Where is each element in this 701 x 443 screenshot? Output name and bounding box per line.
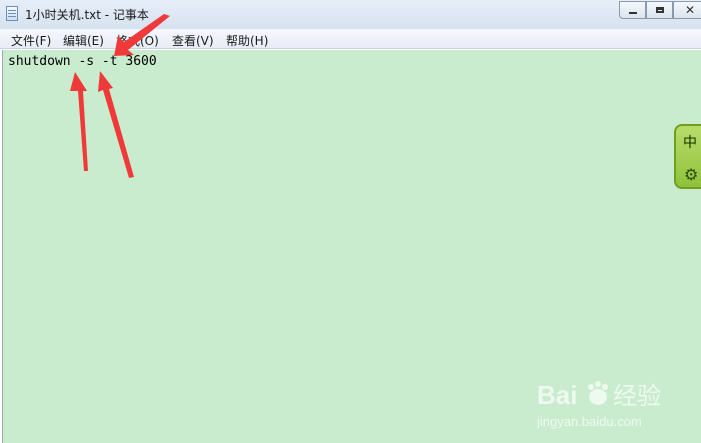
svg-text:jingyan.baidu.com: jingyan.baidu.com bbox=[537, 414, 642, 429]
maximize-icon bbox=[655, 7, 664, 13]
baidu-jingyan-watermark: Bai 经验 jingyan.baidu.com bbox=[537, 380, 661, 429]
menu-file[interactable]: 文件(F) bbox=[11, 32, 51, 49]
menu-bar: 文件(F) 编辑(E) 格式(O) 查看(V) 帮助(H) bbox=[0, 29, 701, 49]
notepad-window: 1小时关机.txt - 记事本 ✕ 文件(F) 编辑(E) 格式(O) 查看(V… bbox=[0, 0, 701, 443]
notepad-app-icon bbox=[6, 6, 18, 21]
svg-text:经验: 经验 bbox=[613, 382, 661, 410]
window-title: 1小时关机.txt - 记事本 bbox=[25, 8, 149, 22]
menu-format[interactable]: 格式(O) bbox=[116, 32, 159, 49]
svg-text:Bai: Bai bbox=[537, 380, 577, 410]
ime-toolbar[interactable]: 中 ⚙ bbox=[674, 124, 701, 189]
menu-help[interactable]: 帮助(H) bbox=[226, 32, 268, 49]
ime-language-label[interactable]: 中 bbox=[683, 132, 697, 152]
menu-edit[interactable]: 编辑(E) bbox=[63, 32, 104, 49]
title-bar[interactable]: 1小时关机.txt - 记事本 ✕ bbox=[0, 0, 701, 29]
document-text: shutdown -s -t 3600 bbox=[8, 54, 157, 69]
maximize-button[interactable] bbox=[646, 1, 673, 19]
close-icon: ✕ bbox=[684, 3, 696, 17]
minimize-button[interactable] bbox=[619, 1, 646, 19]
menu-view[interactable]: 查看(V) bbox=[172, 32, 214, 49]
close-button[interactable]: ✕ bbox=[673, 1, 701, 19]
gear-icon[interactable]: ⚙ bbox=[684, 165, 698, 184]
minimize-icon bbox=[628, 12, 637, 14]
